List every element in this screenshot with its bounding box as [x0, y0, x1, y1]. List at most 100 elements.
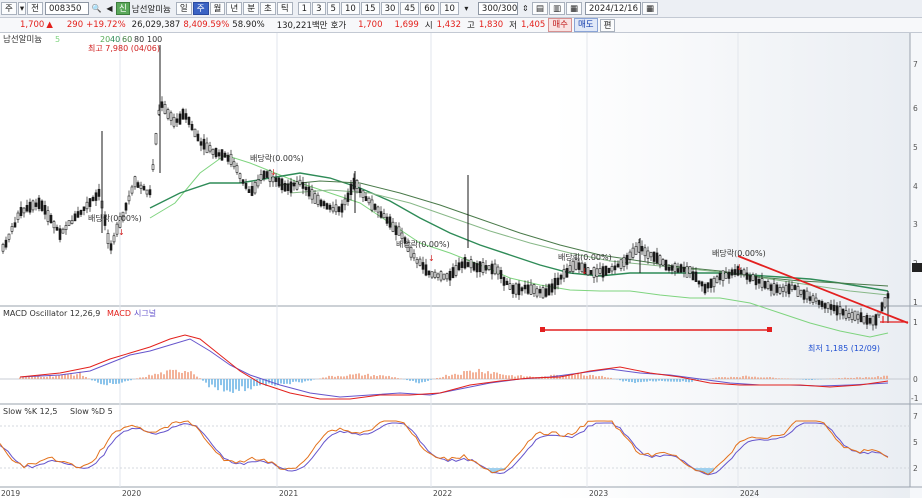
candle [550, 283, 554, 293]
date-input[interactable]: 2024/12/16 [585, 2, 641, 15]
support-handle-left[interactable] [540, 327, 545, 332]
tool-button-1[interactable]: ▤ [531, 2, 548, 15]
stock-code-input[interactable]: 008350 [44, 2, 89, 15]
tool-button-3[interactable]: ▦ [565, 2, 582, 15]
candle [193, 128, 197, 138]
macd-bar [325, 377, 327, 379]
ma-label-5: 5 [55, 35, 60, 44]
interval-30[interactable]: 30 [380, 2, 400, 15]
candle [112, 235, 116, 243]
candle [391, 221, 395, 232]
macd-bar [214, 379, 216, 388]
candle [787, 283, 791, 295]
candle [397, 226, 401, 236]
macd-bar [355, 373, 357, 379]
stock-chart[interactable]: 남선알미늄 5 20 40 60 80 100 최고 7,980 (04/06)… [0, 33, 922, 498]
interval-60[interactable]: 60 [420, 2, 440, 15]
candle [748, 275, 752, 282]
search-icon[interactable]: 🔍 [91, 3, 102, 14]
macd-bar [151, 375, 153, 379]
market-dropdown-icon[interactable]: ▾ [17, 2, 27, 15]
candle [445, 273, 449, 280]
macd-bar [604, 377, 606, 379]
interval-dropdown-icon[interactable]: ▾ [461, 3, 472, 14]
dividend-arrow-5: ↓ [736, 263, 743, 272]
interval-15[interactable]: 15 [360, 2, 380, 15]
macd-bar [280, 379, 282, 384]
macd-bar [175, 369, 177, 379]
candle [373, 203, 377, 210]
low-annotation: 최저 1,185 (12/09) [808, 343, 880, 353]
high-label: 고 [467, 21, 475, 31]
y-tick: 0 [913, 375, 918, 384]
candle [349, 183, 353, 195]
candle [547, 284, 551, 296]
macd-bar [772, 377, 774, 379]
candle [490, 263, 494, 275]
interval-custom[interactable]: 10 [440, 2, 459, 15]
period-tick[interactable]: 틱 [276, 2, 293, 15]
candle [610, 266, 614, 272]
period-week[interactable]: 주 [192, 2, 209, 15]
candle [331, 207, 335, 212]
candle [244, 182, 248, 189]
macd-bar [865, 377, 867, 379]
candle [868, 318, 872, 324]
candle [262, 170, 266, 179]
macd-bar [760, 377, 762, 379]
support-handle-right[interactable] [767, 327, 772, 332]
period-year[interactable]: 년 [226, 2, 243, 15]
candle [94, 192, 98, 201]
interval-10[interactable]: 10 [340, 2, 360, 15]
scope-selector[interactable]: 전 [27, 2, 43, 15]
y-tick: 4 [913, 182, 918, 191]
candle [643, 247, 647, 257]
dividend-label-5: 배당락(0.00%) [712, 248, 766, 258]
interval-5[interactable]: 5 [326, 2, 340, 15]
macd-bar [766, 377, 768, 379]
calendar-icon[interactable]: ▦ [642, 2, 659, 15]
candle [358, 188, 362, 194]
stock-info-icon[interactable]: 신 [115, 2, 130, 15]
period-month[interactable]: 월 [209, 2, 226, 15]
interval-3[interactable]: 3 [312, 2, 326, 15]
candle [196, 133, 200, 142]
macd-bar [88, 378, 90, 379]
macd-bar [373, 375, 375, 379]
extra-button[interactable]: 편 [599, 18, 616, 32]
macd-bar [304, 379, 306, 382]
stepper-icon[interactable]: ⇕ [520, 3, 531, 14]
data-count-input[interactable]: 300/300 [477, 2, 518, 15]
macd-bar [340, 376, 342, 379]
macd-bar [61, 374, 63, 379]
candle [49, 214, 53, 223]
candle [427, 270, 431, 276]
macd-bar [52, 376, 54, 379]
buy-button[interactable]: 매수 [548, 18, 572, 32]
candle [847, 313, 851, 318]
candle [763, 281, 767, 289]
candle [7, 233, 11, 240]
macd-bar [802, 379, 804, 380]
sell-button[interactable]: 매도 [573, 18, 598, 32]
candle [718, 273, 722, 281]
y-tick: 7 [913, 60, 918, 69]
period-day[interactable]: 일 [175, 2, 192, 15]
period-second[interactable]: 초 [260, 2, 276, 15]
market-selector[interactable]: 주 [1, 2, 17, 15]
candle [430, 271, 434, 278]
speaker-icon[interactable]: ◀ [104, 3, 115, 14]
macd-bar [715, 377, 717, 379]
macd-bar [763, 377, 765, 379]
candle [319, 199, 323, 207]
candle [301, 182, 305, 189]
interval-1[interactable]: 1 [297, 2, 312, 15]
interval-45[interactable]: 45 [400, 2, 420, 15]
candle [28, 201, 32, 213]
tool-button-2[interactable]: ▥ [548, 2, 565, 15]
candle [832, 304, 836, 312]
macd-bar [193, 374, 195, 379]
macd-bar [37, 376, 39, 379]
period-minute[interactable]: 분 [243, 2, 260, 15]
macd-bar [586, 375, 588, 379]
